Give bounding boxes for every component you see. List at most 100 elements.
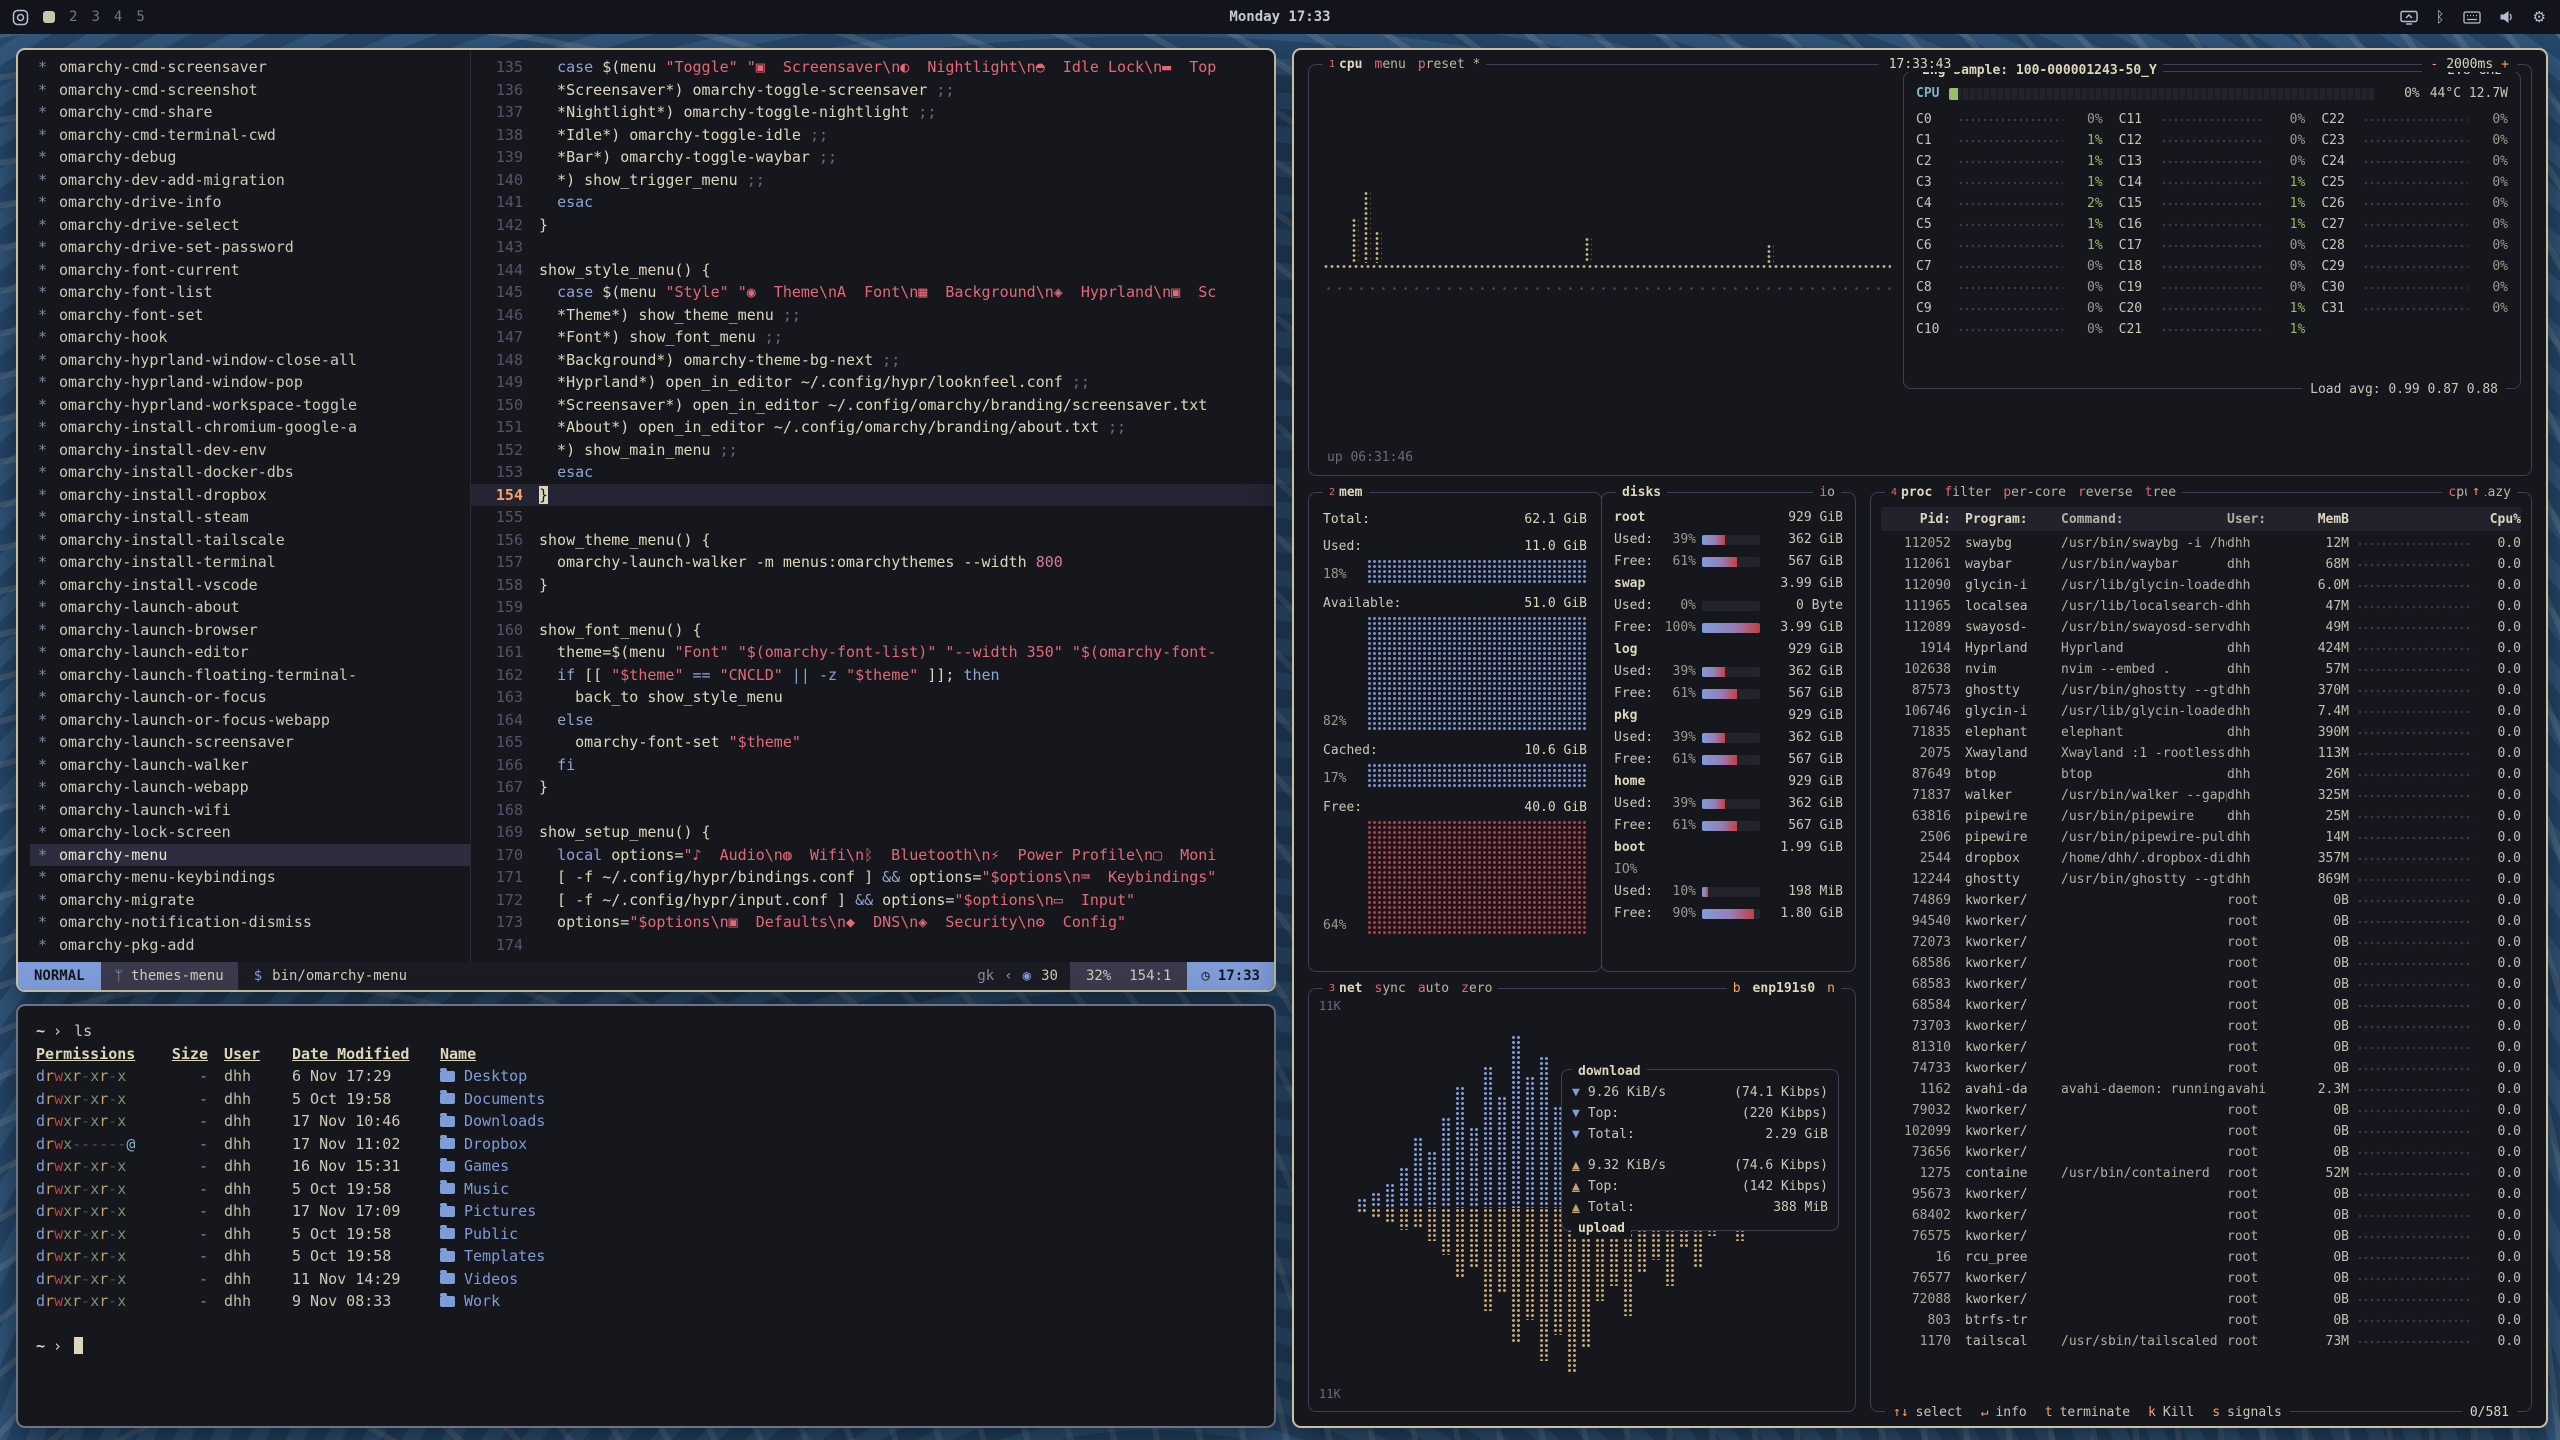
keyboard-icon[interactable]	[2463, 11, 2481, 24]
file-item[interactable]: *omarchy-drive-info	[30, 191, 470, 214]
process-row[interactable]: 74733kworker/root0B0.0	[1881, 1058, 2521, 1079]
process-row[interactable]: 1162avahi-daavahi-daemon: running [avahi…	[1881, 1079, 2521, 1100]
file-item[interactable]: *omarchy-launch-screensaver	[30, 731, 470, 754]
process-row[interactable]: 112061waybar/usr/bin/waybardhh68M0.0	[1881, 554, 2521, 575]
workspace-5[interactable]: 5	[136, 9, 144, 25]
file-item[interactable]: *omarchy-drive-set-password	[30, 236, 470, 259]
terminal-content[interactable]: ~ › ls Permissions Size User Date Modifi…	[18, 1006, 1274, 1428]
process-row[interactable]: 76575kworker/root0B0.0	[1881, 1226, 2521, 1247]
btop-option[interactable]: per-core	[2003, 484, 2066, 501]
process-row[interactable]: 63816pipewire/usr/bin/pipewiredhh25M0.0	[1881, 806, 2521, 827]
process-row[interactable]: 2075XwaylandXwayland :1 -rootless -dhh11…	[1881, 743, 2521, 764]
process-row[interactable]: 12244ghostty/usr/bin/ghostty --gtk-dhh86…	[1881, 869, 2521, 890]
header-user[interactable]: User:	[2227, 512, 2293, 527]
header-command[interactable]: Command:	[2061, 512, 2227, 527]
process-row[interactable]: 71835elephantelephantdhh390M0.0	[1881, 722, 2521, 743]
interval-increase-button[interactable]: +	[2501, 57, 2509, 72]
workspace-4[interactable]: 4	[114, 9, 122, 25]
code-editor-pane[interactable]: 135 case $(menu "Toggle" "▣ Screensaver\…	[471, 50, 1274, 962]
file-item[interactable]: *omarchy-launch-wifi	[30, 799, 470, 822]
scroll-up-icon[interactable]: ↑	[2467, 484, 2485, 499]
file-item[interactable]: *omarchy-cmd-terminal-cwd	[30, 124, 470, 147]
workspace-1-active[interactable]	[43, 11, 55, 23]
interval-decrease-button[interactable]: -	[2430, 57, 2438, 72]
process-row[interactable]: 16rcu_preeroot0B0.0	[1881, 1247, 2521, 1268]
next-interface-key[interactable]: n	[1827, 980, 1835, 997]
process-row[interactable]: 68584kworker/root0B0.0	[1881, 995, 2521, 1016]
process-row[interactable]: 68402kworker/root0B0.0	[1881, 1205, 2521, 1226]
process-row[interactable]: 68583kworker/root0B0.0	[1881, 974, 2521, 995]
file-item[interactable]: *omarchy-hyprland-workspace-toggle	[30, 394, 470, 417]
proc-footer-action[interactable]: ↵info	[1981, 1405, 2027, 1420]
omarchy-logo-icon[interactable]	[12, 9, 29, 26]
process-row[interactable]: 1914HyprlandHyprlanddhh424M0.0	[1881, 638, 2521, 659]
io-label[interactable]: io	[1819, 484, 1835, 501]
process-row[interactable]: 1170tailscal/usr/sbin/tailscaled --root7…	[1881, 1331, 2521, 1352]
file-item[interactable]: *omarchy-launch-or-focus	[30, 686, 470, 709]
file-item[interactable]: *omarchy-font-current	[30, 259, 470, 282]
file-item[interactable]: *omarchy-lock-screen	[30, 821, 470, 844]
process-row[interactable]: 2544dropbox/home/dhh/.dropbox-distdhh357…	[1881, 848, 2521, 869]
process-row[interactable]: 94540kworker/root0B0.0	[1881, 911, 2521, 932]
file-item[interactable]: *omarchy-cmd-screensaver	[30, 56, 470, 79]
process-row[interactable]: 111965localsea/usr/lib/localsearch-exdhh…	[1881, 596, 2521, 617]
file-item[interactable]: *omarchy-notification-dismiss	[30, 911, 470, 934]
file-item[interactable]: *omarchy-drive-select	[30, 214, 470, 237]
process-row[interactable]: 112052swaybg/usr/bin/swaybg -i /homdhh12…	[1881, 533, 2521, 554]
process-row[interactable]: 112089swayosd-/usr/bin/swayosd-serverdhh…	[1881, 617, 2521, 638]
file-item[interactable]: *omarchy-menu-keybindings	[30, 866, 470, 889]
file-item[interactable]: *omarchy-cmd-share	[30, 101, 470, 124]
file-item[interactable]: *omarchy-dev-add-migration	[30, 169, 470, 192]
process-row[interactable]: 74869kworker/root0B0.0	[1881, 890, 2521, 911]
btop-option[interactable]: preset *	[1418, 56, 1481, 73]
proc-footer-action[interactable]: tterminate	[2045, 1405, 2130, 1420]
process-row[interactable]: 72088kworker/root0B0.0	[1881, 1289, 2521, 1310]
btop-option[interactable]: auto	[1418, 980, 1449, 997]
file-item[interactable]: *omarchy-migrate	[30, 889, 470, 912]
terminal-window[interactable]: ~ › ls Permissions Size User Date Modifi…	[16, 1004, 1276, 1428]
process-row[interactable]: 102099kworker/root0B0.0	[1881, 1121, 2521, 1142]
process-header[interactable]: Pid: Program: Command: User: MemB Cpu%	[1881, 507, 2521, 531]
process-row[interactable]: 112090glycin-i/usr/lib/glycin-loadersdhh…	[1881, 575, 2521, 596]
btop-option[interactable]: reverse	[2078, 484, 2133, 501]
process-row[interactable]: 68586kworker/root0B0.0	[1881, 953, 2521, 974]
file-item[interactable]: *omarchy-hook	[30, 326, 470, 349]
file-item[interactable]: *omarchy-launch-webapp	[30, 776, 470, 799]
file-item[interactable]: *omarchy-launch-floating-terminal-	[30, 664, 470, 687]
btop-option[interactable]: filter	[1944, 484, 1991, 501]
volume-icon[interactable]	[2499, 10, 2515, 24]
btop-option[interactable]: menu	[1375, 56, 1406, 73]
file-item[interactable]: *omarchy-install-chromium-google-a	[30, 416, 470, 439]
header-pid[interactable]: Pid:	[1881, 512, 1955, 527]
bluetooth-icon[interactable]: ᛒ	[2436, 8, 2445, 26]
net-interface-switcher[interactable]: b enp191s0 n	[1727, 980, 1841, 997]
btop-option[interactable]: sync	[1375, 980, 1406, 997]
process-row[interactable]: 87649btopbtopdhh26M0.0	[1881, 764, 2521, 785]
btop-option[interactable]: tree	[2145, 484, 2176, 501]
header-cpu[interactable]: Cpu%	[2481, 512, 2521, 527]
proc-footer-action[interactable]: kKill	[2148, 1405, 2194, 1420]
file-item[interactable]: *omarchy-launch-walker	[30, 754, 470, 777]
file-item[interactable]: *omarchy-launch-or-focus-webapp	[30, 709, 470, 732]
process-row[interactable]: 76577kworker/root0B0.0	[1881, 1268, 2521, 1289]
file-item[interactable]: *omarchy-install-dev-env	[30, 439, 470, 462]
proc-footer-action[interactable]: ssignals	[2212, 1405, 2282, 1420]
process-row[interactable]: 95673kworker/root0B0.0	[1881, 1184, 2521, 1205]
workspace-3[interactable]: 3	[91, 9, 99, 25]
process-row[interactable]: 79032kworker/root0B0.0	[1881, 1100, 2521, 1121]
proc-footer-action[interactable]: ↑↓select	[1893, 1405, 1963, 1420]
file-item[interactable]: *omarchy-install-vscode	[30, 574, 470, 597]
file-item[interactable]: *omarchy-launch-browser	[30, 619, 470, 642]
process-row[interactable]: 102638nvimnvim --embed .dhh57M0.0	[1881, 659, 2521, 680]
disks-io-toggle[interactable]: io	[1813, 484, 1841, 501]
file-item[interactable]: *omarchy-install-tailscale	[30, 529, 470, 552]
update-interval[interactable]: - 2000ms +	[2422, 57, 2517, 72]
process-row[interactable]: 73656kworker/root0B0.0	[1881, 1142, 2521, 1163]
file-item[interactable]: *omarchy-install-terminal	[30, 551, 470, 574]
file-item[interactable]: *omarchy-font-list	[30, 281, 470, 304]
file-item[interactable]: *omarchy-launch-editor	[30, 641, 470, 664]
file-item[interactable]: *omarchy-hyprland-window-pop	[30, 371, 470, 394]
file-item[interactable]: *omarchy-font-set	[30, 304, 470, 327]
process-row[interactable]: 72073kworker/root0B0.0	[1881, 932, 2521, 953]
file-item[interactable]: *omarchy-pkg-add	[30, 934, 470, 957]
